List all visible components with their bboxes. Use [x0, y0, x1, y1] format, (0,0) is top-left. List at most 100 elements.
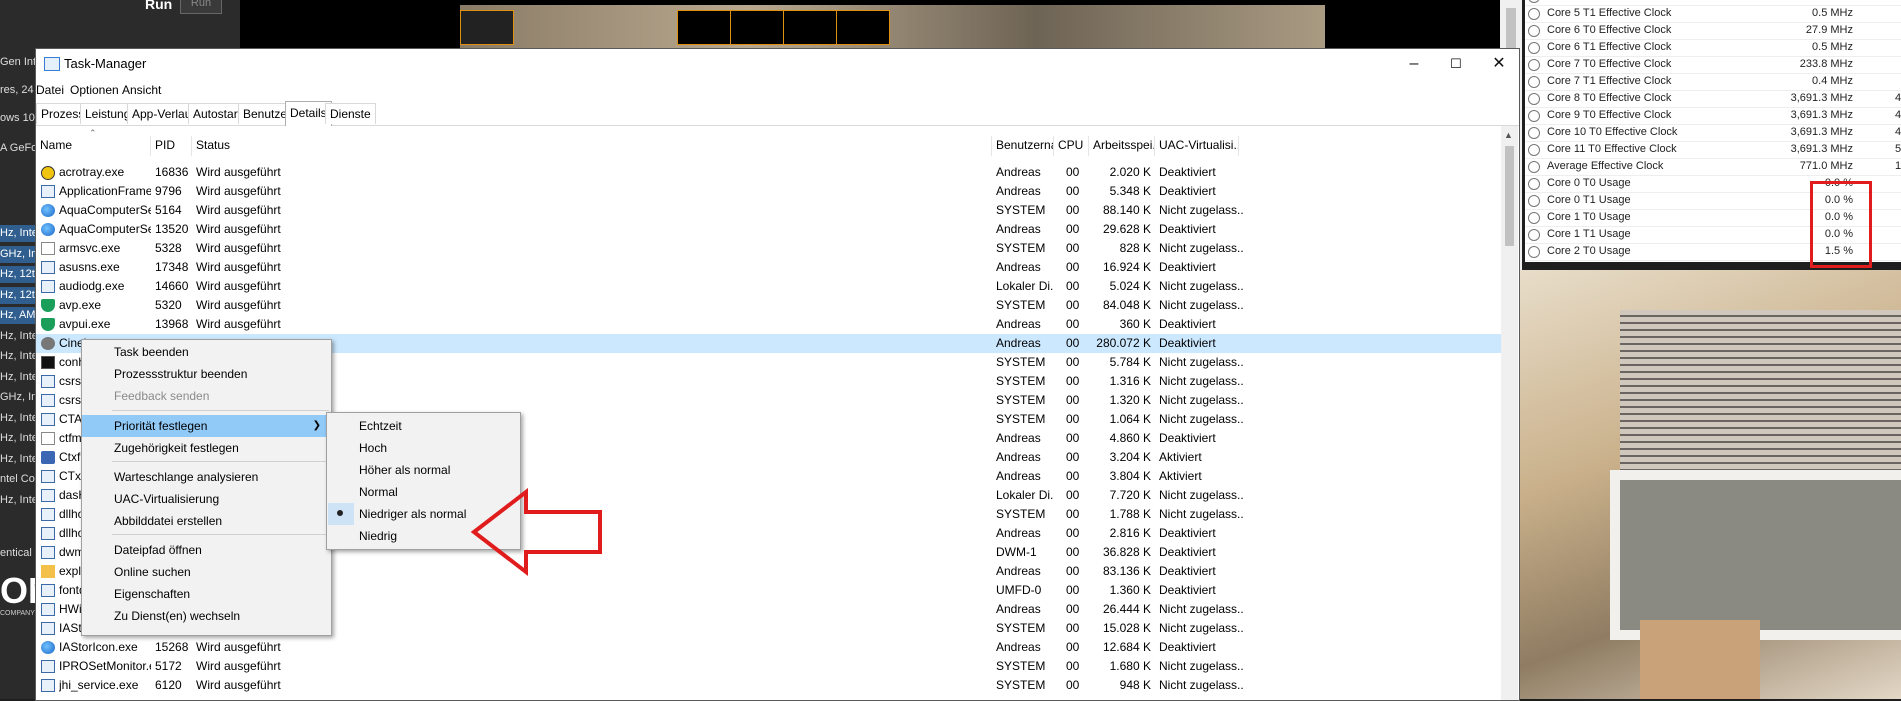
- scroll-up-icon[interactable]: ▲: [1504, 130, 1513, 140]
- table-row[interactable]: AquaComputerServi... 5164 Wird ausgeführt S…: [36, 201, 1501, 220]
- context-menu-item[interactable]: Zu Dienst(en) wechseln: [82, 605, 331, 627]
- context-menu-item[interactable]: Online suchen: [82, 561, 331, 583]
- hwinfo-sensor-row[interactable]: Core 6 T1 Effective Clock 0.5 MHz: [1525, 39, 1901, 57]
- scroll-thumb[interactable]: [1505, 146, 1514, 246]
- process-uac: Deaktiviert: [1159, 640, 1216, 654]
- radio-bullet-icon: [337, 510, 343, 516]
- table-row[interactable]: AquaComputerServi... 13520 Wird ausgeführt…: [36, 220, 1501, 239]
- process-name: armsvc.exe: [59, 241, 121, 255]
- process-cpu: 00: [1066, 203, 1080, 217]
- column-header-memory[interactable]: Arbeitsspei...: [1089, 136, 1155, 156]
- sensor-clock-icon: [1528, 246, 1540, 258]
- priority-option[interactable]: Echtzeit: [327, 415, 520, 437]
- process-user: SYSTEM: [996, 678, 1046, 692]
- hwinfo-sensor-row[interactable]: Core 9 T0 Effective Clock 3,691.3 MHz 4: [1525, 107, 1901, 125]
- process-user: Andreas: [996, 260, 1041, 274]
- menu-ansicht[interactable]: Ansicht: [122, 83, 161, 97]
- context-menu-item[interactable]: Feedback senden: [82, 385, 331, 407]
- priority-option-label: Niedrig: [359, 529, 398, 543]
- title-bar[interactable]: Task-Manager – ☐ ✕: [36, 49, 1519, 79]
- process-uac: Nicht zugelass...: [1159, 412, 1243, 426]
- context-menu-item[interactable]: UAC-Virtualisierung: [82, 488, 331, 510]
- context-menu-item[interactable]: Task beenden: [82, 341, 331, 363]
- process-user: Andreas: [996, 640, 1041, 654]
- sensor-value-extra: 4: [1895, 92, 1901, 104]
- process-status: Wird ausgeführt: [196, 317, 281, 331]
- vertical-scrollbar[interactable]: ▲: [1501, 126, 1518, 700]
- process-uac: Nicht zugelass...: [1159, 602, 1243, 616]
- sensor-value: 3,691.3 MHz: [1790, 143, 1853, 155]
- sensor-name: Core 9 T0 Effective Clock: [1547, 109, 1672, 121]
- context-menu-item[interactable]: Dateipfad öffnen: [82, 539, 331, 561]
- table-row[interactable]: avp.exe 5320 Wird ausgeführt SYSTEM 00 84.048…: [36, 296, 1501, 315]
- table-row[interactable]: acrotray.exe 16836 Wird ausgeführt Andreas 0…: [36, 163, 1501, 182]
- sensor-name: Average Effective Clock: [1547, 160, 1664, 172]
- process-uac: Nicht zugelass...: [1159, 488, 1243, 502]
- process-user: SYSTEM: [996, 374, 1046, 388]
- priority-option[interactable]: Hoch: [327, 437, 520, 459]
- annotation-arrow-icon: [470, 488, 602, 577]
- process-user: SYSTEM: [996, 298, 1046, 312]
- tab-bar: Prozesse Leistung App-Verlauf Autostart …: [36, 101, 1519, 126]
- hwinfo-sensor-row[interactable]: Core 8 T0 Effective Clock 3,691.3 MHz 4: [1525, 90, 1901, 108]
- process-status: Wird ausgeführt: [196, 678, 281, 692]
- hwinfo-sensor-row[interactable]: Core 7 T1 Effective Clock 0.4 MHz: [1525, 73, 1901, 91]
- hwinfo-sensor-row[interactable]: Core 5 T1 Effective Clock 0.5 MHz: [1525, 5, 1901, 23]
- sensor-clock-icon: [1528, 25, 1540, 37]
- process-warn-icon: [41, 166, 55, 180]
- column-header-user[interactable]: Benutzerna...: [992, 136, 1054, 156]
- process-pid: 6120: [155, 678, 182, 692]
- table-row[interactable]: asusns.exe 17348 Wird ausgeführt Andreas 00 1…: [36, 258, 1501, 277]
- minimize-button[interactable]: –: [1391, 49, 1437, 79]
- column-header-name[interactable]: Name: [36, 136, 151, 156]
- table-row[interactable]: avpui.exe 13968 Wird ausgeführt Andreas 00 36…: [36, 315, 1501, 334]
- menu-datei[interactable]: Datei: [36, 83, 64, 97]
- table-row[interactable]: jhi_service.exe 6120 Wird ausgeführt SYSTEM…: [36, 676, 1501, 695]
- table-row[interactable]: IAStorIcon.exe 15268 Wird ausgeführt Andrea…: [36, 638, 1501, 657]
- context-menu-item-label: Priorität festlegen: [114, 418, 208, 433]
- table-row[interactable]: ApplicationFrameHo... 9796 Wird ausgeführt…: [36, 182, 1501, 201]
- table-row[interactable]: IPROSetMonitor.exe 5172 Wird ausgeführt SYS…: [36, 657, 1501, 676]
- process-uac: Deaktiviert: [1159, 336, 1216, 350]
- sensor-name: Core 1 T0 Usage: [1547, 211, 1631, 223]
- context-menu-item[interactable]: Zugehörigkeit festlegen: [82, 437, 331, 459]
- priority-option[interactable]: Höher als normal: [327, 459, 520, 481]
- column-header-uac[interactable]: UAC-Virtualisi...: [1155, 136, 1239, 156]
- process-memory: 3.204 K: [1109, 450, 1151, 464]
- tab-dienste[interactable]: Dienste: [325, 103, 376, 124]
- context-menu-item[interactable]: Eigenschaften: [82, 583, 331, 605]
- process-status: Wird ausgeführt: [196, 203, 281, 217]
- table-row[interactable]: armsvc.exe 5328 Wird ausgeführt SYSTEM 00 828…: [36, 239, 1501, 258]
- sensor-clock-icon: [1528, 42, 1540, 54]
- menu-optionen[interactable]: Optionen: [70, 83, 119, 97]
- process-memory: 83.136 K: [1102, 564, 1151, 578]
- table-row[interactable]: audiodg.exe 14660 Wird ausgeführt Lokaler D…: [36, 277, 1501, 296]
- sensor-name: Core 7 T0 Effective Clock: [1547, 58, 1672, 70]
- context-menu-item[interactable]: Priorität festlegen ❯: [82, 414, 331, 437]
- process-memory: 12.684 K: [1102, 640, 1151, 654]
- process-pid: 17348: [155, 260, 189, 274]
- hwinfo-sensor-row[interactable]: Core 7 T0 Effective Clock 233.8 MHz: [1525, 56, 1901, 74]
- maximize-button[interactable]: ☐: [1433, 49, 1479, 79]
- close-button[interactable]: ✕: [1476, 49, 1522, 79]
- hwinfo-sensor-row[interactable]: Core 10 T0 Effective Clock 3,691.3 MHz 4: [1525, 124, 1901, 142]
- context-menu-item[interactable]: Prozessstruktur beenden: [82, 363, 331, 385]
- process-cpu: 00: [1066, 241, 1080, 255]
- context-menu-item[interactable]: Abbilddatei erstellen: [82, 510, 331, 532]
- process-memory: 360 K: [1119, 317, 1151, 331]
- process-memory: 5.784 K: [1109, 355, 1151, 369]
- hwinfo-sensor-row[interactable]: Core 11 T0 Effective Clock 3,691.3 MHz 5: [1525, 141, 1901, 159]
- column-header-cpu[interactable]: CPU: [1054, 136, 1089, 156]
- column-header-status[interactable]: Status: [192, 136, 992, 156]
- process-user: Andreas: [996, 317, 1041, 331]
- hwinfo-sensor-row[interactable]: Average Effective Clock 771.0 MHz 1: [1525, 158, 1901, 176]
- sensor-value: 0.5 MHz: [1812, 41, 1853, 53]
- process-cpu: 00: [1066, 564, 1080, 578]
- hwinfo-sensor-row[interactable]: Core 6 T0 Effective Clock 27.9 MHz: [1525, 22, 1901, 40]
- context-menu-item[interactable]: Warteschlange analysieren: [82, 466, 331, 488]
- process-cpu: 00: [1066, 545, 1080, 559]
- column-header-pid[interactable]: PID: [151, 136, 192, 156]
- run-button[interactable]: Run: [180, 0, 222, 14]
- process-name: IAStorIcon.exe: [59, 640, 138, 654]
- process-status: Wird ausgeführt: [196, 659, 281, 673]
